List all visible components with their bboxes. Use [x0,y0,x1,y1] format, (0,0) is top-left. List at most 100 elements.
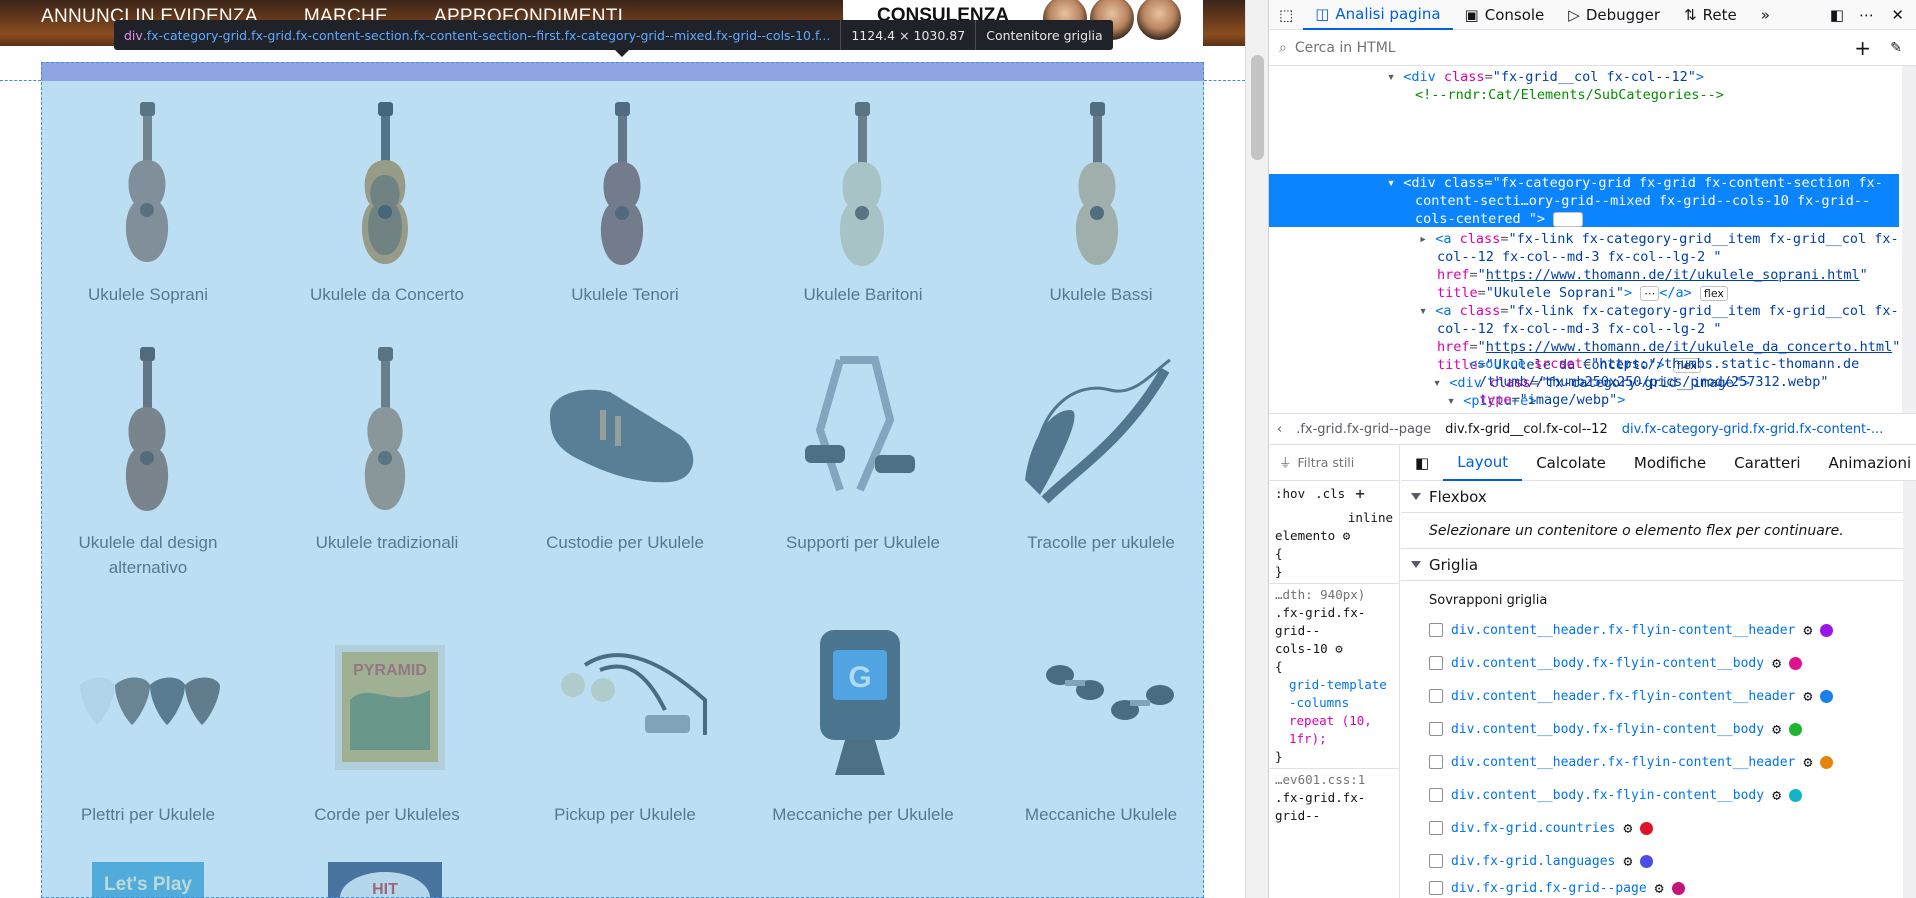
cls-toggle[interactable]: .cls [1315,485,1345,503]
gear-icon[interactable]: ⚙ [1655,881,1664,895]
overlay-checkbox[interactable] [1429,755,1443,769]
color-swatch[interactable] [1640,854,1654,868]
close-icon[interactable]: ✕ [1879,0,1916,30]
gear-icon[interactable]: ⚙ [1803,621,1812,639]
overlay-checkbox[interactable] [1429,722,1443,736]
category-item[interactable]: Meccaniche per Ukulele [758,802,968,827]
tab-animations[interactable]: Animazioni [1815,445,1916,481]
layout-scrollbar[interactable] [1903,481,1916,898]
overlay-checkbox[interactable] [1429,821,1443,835]
category-item[interactable]: Ukulele da Concerto [282,282,492,307]
tab-network[interactable]: ⇅ Rete [1672,0,1749,30]
category-item[interactable]: Ukulele dal design alternativo [43,530,253,580]
tree-node[interactable]: ▾ <a class="fx-link fx-category-grid__it… [1419,302,1899,320]
category-item[interactable]: Custodie per Ukulele [520,530,730,555]
color-swatch[interactable] [1820,755,1834,769]
search-input[interactable]: Cerca in HTML [1295,40,1396,56]
gear-icon[interactable]: ⚙ [1772,654,1781,672]
grid-overlay-item[interactable]: div.fx-grid.languages ⚙ [1429,852,1654,870]
tab-console[interactable]: ▣ Console [1453,0,1557,30]
tab-debugger[interactable]: ▷ Debugger [1556,0,1672,30]
color-swatch[interactable] [1671,881,1685,895]
category-item[interactable]: Ukulele Tenori [520,282,730,307]
category-item[interactable]: Meccaniche Ukulele [996,802,1206,827]
element-picker-icon[interactable]: ⬚ [1269,0,1303,30]
gear-icon[interactable]: ⚙ [1343,528,1351,543]
gear-icon[interactable]: ⚙ [1623,852,1632,870]
category-item[interactable]: Tracolle per ukulele [996,530,1206,555]
eyedropper-icon[interactable]: ✎ [1890,40,1902,56]
category-item[interactable]: Plettri per Ukulele [43,802,253,827]
gear-icon[interactable]: ⚙ [1772,720,1781,738]
html-search[interactable]: ⌕ Cerca in HTML + ✎ [1269,30,1916,66]
color-swatch[interactable] [1820,689,1834,703]
overlay-checkbox[interactable] [1429,854,1443,868]
tab-computed[interactable]: Calcolate [1522,445,1620,481]
tree-node[interactable]: ▸ <a class="fx-link fx-category-grid__it… [1419,230,1899,248]
color-swatch[interactable] [1789,722,1803,736]
gear-icon[interactable]: ⚙ [1803,753,1812,771]
breadcrumb-back-icon[interactable]: ‹ [1277,422,1282,437]
css-value[interactable]: repeat (10, 1fr); [1275,712,1393,748]
add-node-icon[interactable]: + [1854,36,1871,60]
grid-overlay-item[interactable]: div.content__header.fx-flyin-content__he… [1429,753,1834,771]
grid-section-header[interactable]: Griglia [1401,549,1916,581]
breadcrumb-item[interactable]: div.fx-grid__col.fx-col--12 [1445,422,1608,437]
flex-badge[interactable]: flex [1699,286,1728,301]
tree-node[interactable]: ▾ <div class="fx-grid__col fx-col--12"> [1387,68,1704,86]
css-property[interactable]: grid-template-columns [1275,676,1393,712]
grid-overlay-item[interactable]: div.content__header.fx-flyin-content__he… [1429,621,1834,639]
gear-icon[interactable]: ⚙ [1335,641,1343,656]
grid-overlay-item[interactable]: div.fx-grid.fx-grid--page ⚙ [1429,881,1685,895]
tab-inspector[interactable]: ◫ Analisi pagina [1303,0,1453,30]
category-item[interactable]: Pickup per Ukulele [520,802,730,827]
tree-comment[interactable]: <!--rndr:Cat/Elements/SubCategories--> [1415,86,1724,104]
tab-fonts[interactable]: Caratteri [1720,445,1814,481]
inspector-icon: ◫ [1315,4,1330,23]
color-swatch[interactable] [1640,821,1654,835]
breadcrumb-item[interactable]: .fx-grid.fx-grid--page [1296,422,1431,437]
hov-toggle[interactable]: :hov [1275,485,1305,503]
gear-icon[interactable]: ⚙ [1803,687,1812,705]
stylesheet-link[interactable]: …ev601.css:1 [1275,771,1393,789]
tab-layout[interactable]: Layout [1443,445,1523,481]
filter-styles-input[interactable]: ⏚ Filtra stili [1269,445,1399,481]
flexbox-section-header[interactable]: Flexbox [1401,481,1916,513]
tab-changes[interactable]: Modifiche [1620,445,1720,481]
page-scrollbar-thumb[interactable] [1251,55,1264,160]
grid-overlay-item[interactable]: div.content__body.fx-flyin-content__body… [1429,654,1803,672]
grid-badge[interactable]: grid [1553,212,1583,227]
overlay-checkbox[interactable] [1429,623,1443,637]
category-item[interactable]: Corde per Ukuleles [282,802,492,827]
gear-icon[interactable]: ⚙ [1623,819,1632,837]
html-tree-scrollbar[interactable] [1902,66,1916,413]
page-scrollbar[interactable] [1245,0,1268,898]
overlay-checkbox[interactable] [1429,881,1443,895]
category-item[interactable]: Ukulele tradizionali [282,530,492,555]
overlay-checkbox[interactable] [1429,689,1443,703]
grid-overlay-item[interactable]: div.content__header.fx-flyin-content__he… [1429,687,1834,705]
category-item[interactable]: Ukulele Baritoni [758,282,968,307]
gear-icon[interactable]: ⚙ [1772,786,1781,804]
overlay-checkbox[interactable] [1429,656,1443,670]
ukulele-image [364,347,406,510]
add-rule-icon[interactable]: + [1355,485,1365,503]
link-url[interactable]: https://www.thomann.de/it/ukulele_da_con… [1486,339,1892,355]
link-url[interactable]: https://www.thomann.de/it/ukulele_sopran… [1486,267,1860,283]
grid-overlay-item[interactable]: div.content__body.fx-flyin-content__body… [1429,720,1803,738]
sidebar-toggle-icon[interactable]: ◧ [1401,445,1443,481]
breadcrumb-item[interactable]: div.fx-category-grid.fx-grid.fx-content-… [1622,422,1884,437]
grid-overlay-item[interactable]: div.fx-grid.countries ⚙ [1429,819,1654,837]
grid-overlay-item[interactable]: div.content__body.fx-flyin-content__body… [1429,786,1803,804]
more-tabs-icon[interactable]: » [1749,0,1782,30]
category-item[interactable]: Supporti per Ukulele [758,530,968,555]
ukulele-image [600,102,644,265]
color-swatch[interactable] [1789,788,1803,802]
category-item[interactable]: Ukulele Bassi [996,282,1206,307]
color-swatch[interactable] [1820,623,1834,637]
overlay-checkbox[interactable] [1429,788,1443,802]
selected-node[interactable]: ▾ <div class="fx-category-grid fx-grid f… [1269,174,1899,227]
color-swatch[interactable] [1789,656,1803,670]
tooltip-dimensions: 1124.4 × 1030.87 [841,20,977,50]
category-item[interactable]: Ukulele Soprani [43,282,253,307]
